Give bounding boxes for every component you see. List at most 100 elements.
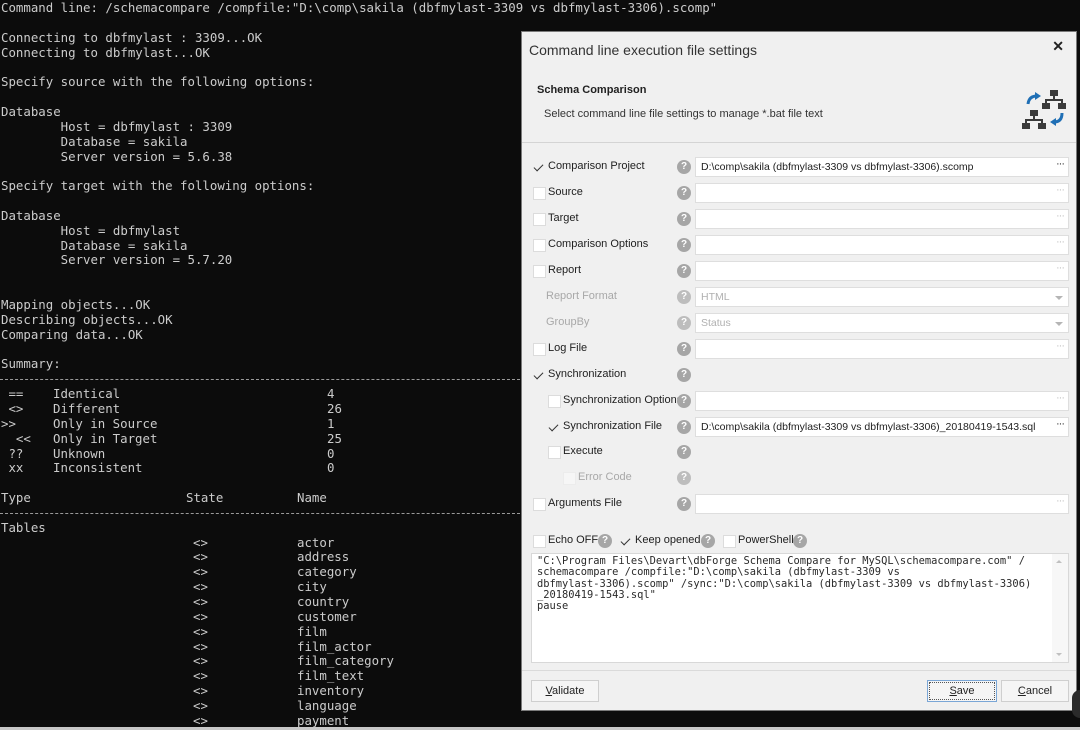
save-label: ave xyxy=(956,685,975,697)
vertical-scrollbar[interactable] xyxy=(1052,554,1068,662)
synchronization-options-checkbox[interactable] xyxy=(548,394,561,408)
log-file-input[interactable]: ··· xyxy=(695,338,1069,359)
comparison-options-input[interactable]: ··· xyxy=(695,234,1069,255)
help-icon[interactable]: ? xyxy=(677,185,691,200)
summary-symbol: == xyxy=(1,386,24,402)
validate-label: alidate xyxy=(552,685,585,697)
help-icon[interactable]: ? xyxy=(677,471,691,486)
help-icon[interactable]: ? xyxy=(677,341,691,356)
setting-row-report: Report? ··· xyxy=(522,260,1076,282)
help-icon[interactable]: ? xyxy=(677,367,691,382)
browse-ellipsis-icon[interactable]: ··· xyxy=(1056,340,1065,352)
help-icon[interactable]: ? xyxy=(677,289,691,304)
help-icon[interactable]: ? xyxy=(677,211,691,226)
option-label[interactable]: Keep opened xyxy=(635,534,700,546)
synchronization-file-checkbox[interactable] xyxy=(548,421,561,434)
scroll-down-icon[interactable] xyxy=(1056,653,1062,656)
summary-count: 4 xyxy=(327,386,335,402)
help-icon[interactable]: ? xyxy=(677,419,691,434)
resize-grip xyxy=(1072,690,1080,718)
option-label[interactable]: Echo OFF xyxy=(548,534,598,546)
help-icon[interactable]: ? xyxy=(677,160,691,174)
powershell-checkbox[interactable] xyxy=(723,535,736,548)
summary-symbol: ?? xyxy=(1,445,24,461)
option-label[interactable]: PowerShell xyxy=(738,534,794,546)
help-icon[interactable]: ? xyxy=(677,315,691,330)
help-icon[interactable]: ? xyxy=(677,237,691,252)
setting-label[interactable]: Synchronization Options xyxy=(563,394,682,406)
save-button[interactable]: Save xyxy=(927,680,997,702)
setting-row-error-code: Error Code? xyxy=(522,467,1076,489)
setting-row-comparison-options: Comparison Options? ··· xyxy=(522,234,1076,256)
log-file-checkbox[interactable] xyxy=(533,342,546,356)
browse-ellipsis-icon[interactable]: ··· xyxy=(1056,418,1065,430)
browse-ellipsis-icon[interactable]: ··· xyxy=(1056,495,1065,507)
setting-row-source: Source? ··· xyxy=(522,182,1076,204)
browse-ellipsis-icon[interactable]: ··· xyxy=(1056,392,1065,404)
setting-row-execute: Execute? xyxy=(522,441,1076,463)
setting-label[interactable]: Target xyxy=(548,212,579,224)
report-input[interactable]: ··· xyxy=(695,260,1069,281)
setting-label[interactable]: Report xyxy=(548,264,581,276)
object-name: actor xyxy=(297,534,335,550)
validate-button[interactable]: Validate xyxy=(531,680,599,702)
comparison-project-checkbox[interactable] xyxy=(533,161,546,174)
setting-row-comparison-project: Comparison Project? D:\comp\sakila (dbfmy… xyxy=(522,156,1076,178)
help-icon[interactable]: ? xyxy=(677,263,691,278)
console-line: Command line: /schemacompare /compfile:"… xyxy=(1,0,718,15)
field-value: HTML xyxy=(701,290,730,303)
target-checkbox[interactable] xyxy=(533,212,546,226)
console-line: Database = sakila xyxy=(1,237,188,253)
comparison-project-input[interactable]: D:\comp\sakila (dbfmylast-3309 vs dbfmyl… xyxy=(695,157,1069,177)
keep-opened-checkbox[interactable] xyxy=(620,535,633,548)
setting-label[interactable]: Synchronization File xyxy=(563,420,662,432)
source-checkbox[interactable] xyxy=(533,186,546,200)
help-icon[interactable]: ? xyxy=(677,393,691,408)
object-state: <> xyxy=(193,623,208,639)
setting-label[interactable]: Log File xyxy=(548,342,587,354)
column-header-type: Type xyxy=(1,490,31,506)
comparison-options-checkbox[interactable] xyxy=(533,238,546,252)
browse-ellipsis-icon[interactable]: ··· xyxy=(1056,210,1065,222)
close-icon[interactable]: ✕ xyxy=(1052,38,1064,55)
browse-ellipsis-icon[interactable]: ··· xyxy=(1056,184,1065,196)
cancel-button[interactable]: Cancel xyxy=(1001,680,1069,702)
target-input[interactable]: ··· xyxy=(695,208,1069,229)
command-text-area[interactable]: "C:\Program Files\Devart\dbForge Schema … xyxy=(531,553,1069,663)
synchronization-options-input[interactable]: ··· xyxy=(695,390,1069,411)
setting-label[interactable]: Arguments File xyxy=(548,497,622,509)
echo-off-checkbox[interactable] xyxy=(533,535,546,548)
summary-count: 25 xyxy=(327,430,342,446)
synchronization-file-input[interactable]: D:\comp\sakila (dbfmylast-3309 vs dbfmyl… xyxy=(695,416,1069,437)
object-name: film_actor xyxy=(297,638,372,654)
browse-ellipsis-icon[interactable]: ··· xyxy=(1056,158,1065,170)
help-icon[interactable]: ? xyxy=(701,534,715,548)
setting-label[interactable]: Source xyxy=(548,186,583,198)
scroll-up-icon[interactable] xyxy=(1056,560,1062,563)
browse-ellipsis-icon[interactable]: ··· xyxy=(1056,236,1065,248)
synchronization-checkbox[interactable] xyxy=(533,369,546,382)
setting-label[interactable]: Comparison Options xyxy=(548,238,648,250)
object-state: <> xyxy=(193,608,208,624)
setting-row-synchronization: Synchronization? xyxy=(522,364,1076,386)
setting-label: Error Code xyxy=(578,471,632,484)
footer-separator xyxy=(522,670,1076,671)
setting-row-arguments-file: Arguments File? ··· xyxy=(522,493,1076,515)
arguments-file-checkbox[interactable] xyxy=(533,498,546,512)
help-icon[interactable]: ? xyxy=(598,534,612,548)
browse-ellipsis-icon[interactable]: ··· xyxy=(1056,262,1065,274)
arguments-file-input[interactable]: ··· xyxy=(695,494,1069,515)
help-icon[interactable]: ? xyxy=(677,497,691,512)
setting-label[interactable]: Comparison Project xyxy=(548,160,645,172)
help-icon[interactable]: ? xyxy=(677,445,691,460)
help-icon[interactable]: ? xyxy=(793,534,807,548)
execute-checkbox[interactable] xyxy=(548,446,561,460)
setting-label[interactable]: Synchronization xyxy=(548,368,626,380)
setting-label[interactable]: Execute xyxy=(563,445,603,457)
command-text[interactable]: "C:\Program Files\Devart\dbForge Schema … xyxy=(537,555,1047,612)
source-input[interactable]: ··· xyxy=(695,182,1069,203)
object-state: <> xyxy=(193,653,208,669)
object-state: <> xyxy=(193,594,208,609)
summary-symbol: <> xyxy=(1,400,24,416)
report-checkbox[interactable] xyxy=(533,264,546,278)
